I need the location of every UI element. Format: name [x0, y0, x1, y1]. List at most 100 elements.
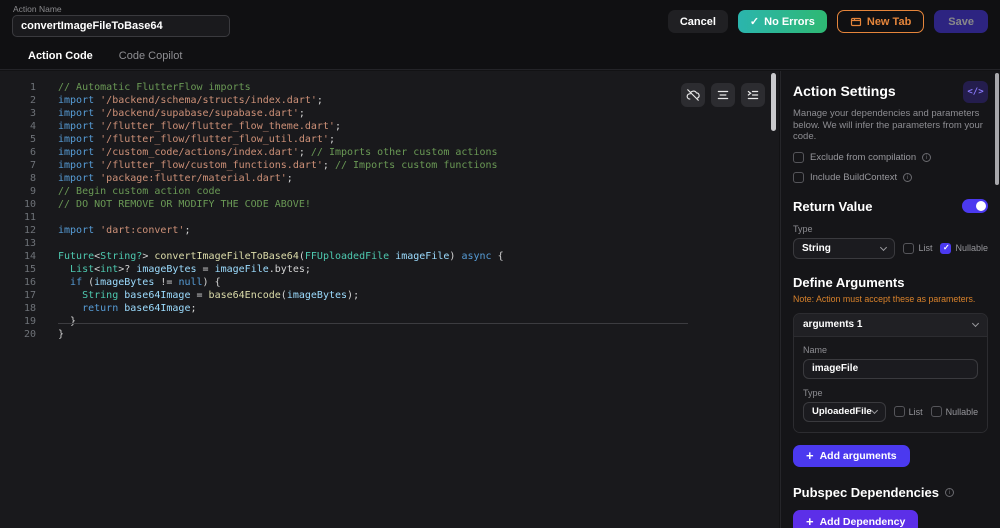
editor-scrollbar[interactable] [771, 73, 776, 526]
line-number: 13 [23, 238, 36, 249]
argument-list-row[interactable]: List [893, 406, 923, 417]
save-button[interactable]: Save [934, 10, 988, 33]
define-arguments-title: Define Arguments [793, 274, 905, 290]
argument-header-label: arguments 1 [803, 319, 863, 330]
argument-body: Name Type UploadedFile List Nullable [794, 335, 987, 432]
code-line: 6 import '/custom_code/actions/index.dart… [0, 146, 779, 159]
argument-name-input[interactable] [803, 358, 978, 379]
argument-item: arguments 1 Name Type UploadedFile List [793, 312, 988, 433]
indent-icon [747, 90, 759, 100]
argument-nullable-checkbox[interactable] [930, 406, 942, 417]
view-code-button[interactable]: </> [963, 81, 988, 103]
code-line: 11 [0, 211, 779, 224]
exclude-compilation-row[interactable]: Exclude from compilation [793, 151, 988, 163]
tab-code-copilot[interactable]: Code Copilot [119, 43, 183, 69]
add-arguments-button[interactable]: + Add arguments [793, 444, 910, 467]
code-icon: </> [967, 87, 984, 97]
code-line: 8 import 'package:flutter/material.dart'; [0, 172, 779, 185]
topbar-actions: Cancel ✓ No Errors New Tab Save [667, 10, 988, 33]
code-line: 3 import '/backend/supabase/supabase.dart… [0, 107, 779, 120]
return-nullable-row[interactable]: Nullable [940, 242, 988, 254]
return-nullable-label: Nullable [955, 243, 988, 253]
line-number: 3 [29, 108, 36, 119]
argument-type-select[interactable]: UploadedFile [803, 401, 886, 422]
line-number: 19 [23, 316, 36, 327]
line-number: 6 [29, 147, 36, 158]
code-line: 4 import '/flutter_flow/flutter_flow_them… [0, 120, 779, 133]
code-line: 1// Automatic FlutterFlow imports [0, 81, 779, 94]
toggle-knob [976, 201, 986, 211]
cancel-button[interactable]: Cancel [667, 10, 728, 33]
code-line: 7 import '/flutter_flow/custom_functions.… [0, 159, 779, 172]
exclude-compilation-checkbox[interactable] [793, 151, 804, 163]
code-line: 10// DO NOT REMOVE OR MODIFY THE CODE AB… [0, 198, 779, 211]
argument-name-label: Name [803, 344, 828, 355]
return-value-toggle[interactable] [962, 199, 988, 213]
chevron-down-icon [870, 406, 878, 415]
argument-nullable-label: Nullable [945, 406, 979, 417]
line-number: 12 [23, 225, 36, 236]
cloud-off-icon [686, 89, 700, 101]
line-number: 10 [23, 199, 36, 210]
panel-scrollbar[interactable] [995, 73, 999, 526]
flutterflow-custom-action-editor: Action Name Cancel ✓ No Errors New Tab S… [0, 0, 1000, 528]
new-tab-icon [850, 17, 861, 26]
line-number: 14 [23, 251, 36, 262]
code-line: 12 import 'dart:convert'; [0, 224, 779, 237]
include-buildcontext-row[interactable]: Include BuildContext [793, 171, 988, 183]
argument-header[interactable]: arguments 1 [794, 313, 987, 336]
line-number: 2 [29, 95, 36, 106]
line-number: 15 [23, 264, 36, 275]
argument-type-value: UploadedFile [812, 406, 872, 417]
return-list-checkbox[interactable] [903, 242, 915, 254]
check-icon: ✓ [749, 16, 760, 28]
cloud-off-button[interactable] [681, 83, 705, 107]
new-tab-button[interactable]: New Tab [836, 10, 925, 33]
no-errors-button[interactable]: ✓ No Errors [737, 10, 827, 33]
active-line-border [58, 323, 688, 324]
return-list-label: List [918, 243, 933, 253]
indent-button[interactable] [741, 83, 765, 107]
argument-nullable-row[interactable]: Nullable [930, 406, 979, 417]
editor-toolbar [681, 83, 765, 107]
return-list-row[interactable]: List [903, 242, 933, 254]
code-line: 13 [0, 237, 779, 250]
code-line: 18 return base64Image; [0, 302, 779, 315]
scrollbar-thumb[interactable] [771, 73, 776, 131]
plus-icon: + [806, 447, 814, 463]
code-line: 20} [0, 328, 779, 341]
add-dependency-label: Add Dependency [819, 515, 906, 528]
code-line: 5 import '/flutter_flow/flutter_flow_util… [0, 133, 779, 146]
code-editor[interactable]: 1// Automatic FlutterFlow imports 2 import… [0, 71, 779, 528]
return-type-label: Type [793, 223, 813, 234]
new-tab-label: New Tab [866, 15, 912, 28]
exclude-compilation-label: Exclude from compilation [810, 151, 917, 163]
scrollbar-thumb[interactable] [995, 73, 999, 185]
code-line: 2 import '/backend/schema/structs/index.d… [0, 94, 779, 107]
chevron-down-icon [971, 319, 980, 328]
add-dependency-button[interactable]: + Add Dependency [793, 509, 919, 528]
pubspec-title: Pubspec Dependencies [793, 484, 939, 500]
info-icon [903, 172, 913, 182]
return-nullable-checkbox[interactable] [940, 242, 952, 254]
line-number: 8 [29, 173, 36, 184]
argument-list-checkbox[interactable] [893, 406, 905, 417]
include-buildcontext-checkbox[interactable] [793, 171, 804, 183]
tab-action-code[interactable]: Action Code [28, 43, 93, 69]
action-name-input[interactable] [12, 15, 230, 37]
action-settings-panel: Action Settings </> Manage your dependen… [780, 71, 1000, 528]
chevron-down-icon [880, 243, 888, 251]
topbar: Action Name Cancel ✓ No Errors New Tab S… [0, 0, 1000, 43]
return-type-select[interactable]: String [793, 237, 896, 259]
line-number: 5 [29, 134, 36, 145]
code-lines: 1// Automatic FlutterFlow imports 2 import… [0, 81, 779, 341]
line-number: 16 [23, 277, 36, 288]
line-number: 17 [23, 290, 36, 301]
code-line: 17 String base64Image = base64Encode(ima… [0, 289, 779, 302]
plus-icon: + [806, 513, 814, 528]
include-buildcontext-label: Include BuildContext [810, 171, 898, 183]
line-number: 11 [23, 212, 36, 223]
code-line: 15 List<int>? imageBytes = imageFile.byt… [0, 263, 779, 276]
format-align-button[interactable] [711, 83, 735, 107]
line-number: 1 [29, 82, 36, 93]
